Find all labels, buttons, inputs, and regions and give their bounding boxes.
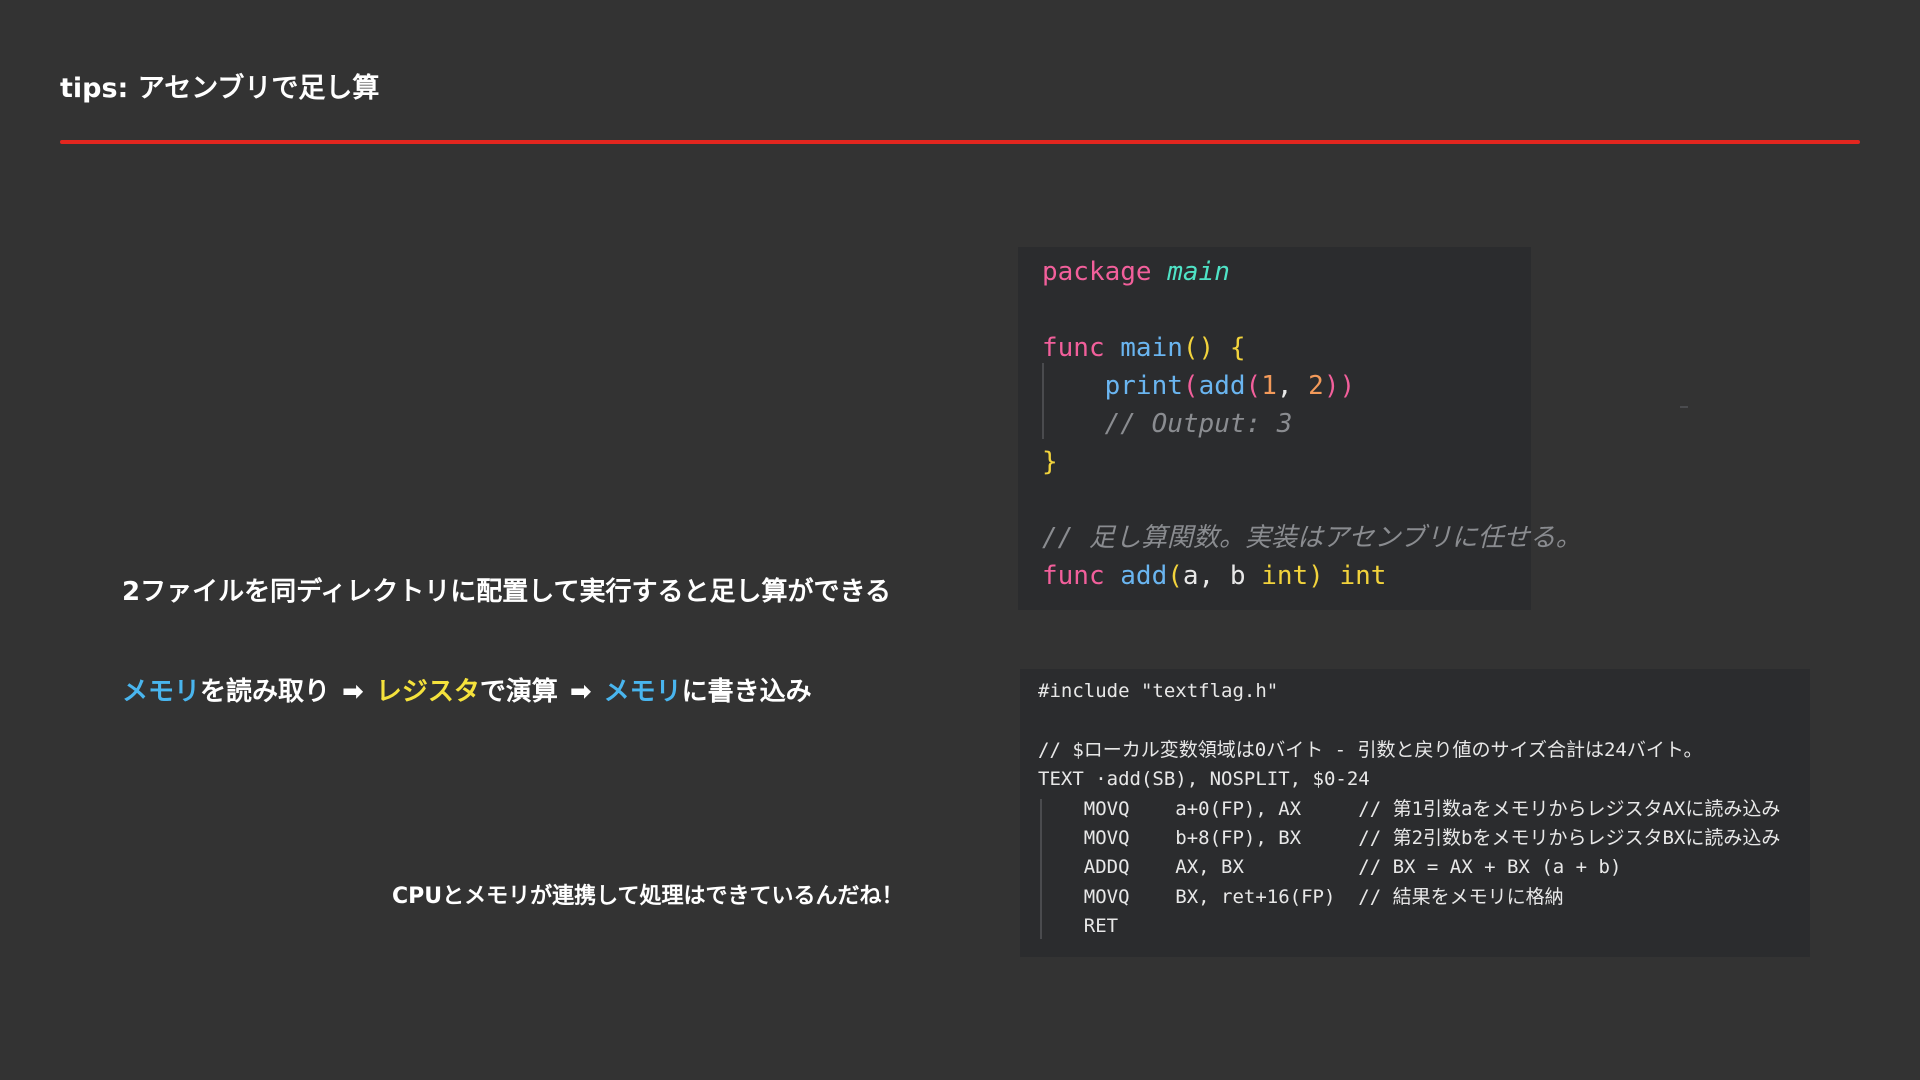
code-token: 1	[1261, 371, 1277, 401]
slide-title: tips: アセンブリで足し算	[60, 73, 380, 104]
code-token: (	[1182, 371, 1199, 401]
arrow-right-icon: ➡	[569, 677, 592, 707]
code-token: add	[1198, 371, 1246, 401]
highlight-register: レジスタ	[375, 677, 480, 707]
code-token: )	[1308, 561, 1340, 591]
go-code-line: func main() {	[1042, 329, 1531, 367]
code-token: // 足し算関数。実装はアセンブリに任せる。	[1042, 523, 1582, 553]
go-code-line: // 足し算関数。実装はアセンブリに任せる。	[1042, 519, 1582, 557]
code-token: main	[1167, 257, 1230, 287]
asm-code-line: MOVQ BX, ret+16(FP) // 結果をメモリに格納	[1038, 885, 1564, 908]
go-code-line: func add(a, b int) int	[1042, 557, 1531, 595]
indent-guide	[1040, 799, 1042, 939]
go-code-line: print(add(1, 2))	[1042, 367, 1531, 405]
code-token: }	[1042, 447, 1058, 477]
code-token: (	[1167, 561, 1183, 591]
code-token: () {	[1182, 333, 1246, 363]
go-code-line	[1042, 291, 1531, 329]
decorative-mark	[1680, 406, 1688, 408]
asm-code-line: TEXT ·add(SB), NOSPLIT, $0-24	[1038, 768, 1370, 791]
arrow-right-icon: ➡	[342, 677, 364, 707]
code-token: print	[1104, 371, 1183, 401]
asm-code-line	[1038, 706, 1810, 735]
asm-code-line: ADDQ AX, BX // BX = AX + BX (a + b)	[1038, 856, 1622, 879]
asm-code-line: MOVQ a+0(FP), AX // 第1引数aをメモリからレジスタAXに読み…	[1038, 797, 1781, 820]
code-token: func	[1042, 333, 1121, 363]
highlight-memory: メモリ	[122, 677, 201, 707]
asm-code-line: // $ローカル変数領域は0バイト - 引数と戻り値のサイズ合計は24バイト。	[1038, 738, 1703, 761]
code-token: func	[1042, 561, 1121, 591]
code-token: ,	[1276, 371, 1309, 401]
code-token: 2	[1308, 371, 1324, 401]
go-code-block: package main func main() { print(add(1, …	[1018, 247, 1582, 610]
code-token: a, b	[1182, 561, 1262, 591]
point-cpu-memory: CPUとメモリが連携して処理はできているんだね！	[392, 884, 904, 909]
text-write: に書き込み	[681, 677, 812, 707]
text-compute: で演算	[479, 677, 558, 707]
assembly-code-block: #include "textflag.h" // $ローカル変数領域は0バイト …	[1020, 669, 1810, 957]
asm-code-line: RET	[1038, 915, 1119, 938]
go-code-line: }	[1042, 443, 1531, 481]
code-token: int	[1339, 561, 1387, 591]
code-token: add	[1120, 561, 1168, 591]
go-code-line	[1042, 481, 1531, 519]
code-token: // Output: 3	[1104, 409, 1293, 439]
asm-code-line: #include "textflag.h"	[1038, 680, 1279, 702]
text-read: を読み取り	[200, 677, 331, 707]
title-divider	[60, 140, 1860, 144]
point-file-placement: 2ファイルを同ディレクトリに配置して実行すると足し算ができる	[122, 577, 891, 607]
highlight-memory: メモリ	[603, 677, 682, 707]
code-token: (	[1245, 371, 1262, 401]
go-code-line: package main	[1042, 253, 1531, 291]
code-token: package	[1042, 257, 1168, 287]
code-token: int	[1261, 561, 1309, 591]
code-token: ))	[1323, 371, 1356, 401]
code-token: main	[1120, 333, 1183, 363]
go-code-line: // Output: 3	[1042, 405, 1531, 443]
point-memory-register-flow: メモリを読み取り ➡ レジスタで演算 ➡ メモリに書き込み	[122, 671, 812, 708]
asm-code-line: MOVQ b+8(FP), BX // 第2引数bをメモリからレジスタBXに読み…	[1038, 826, 1781, 849]
